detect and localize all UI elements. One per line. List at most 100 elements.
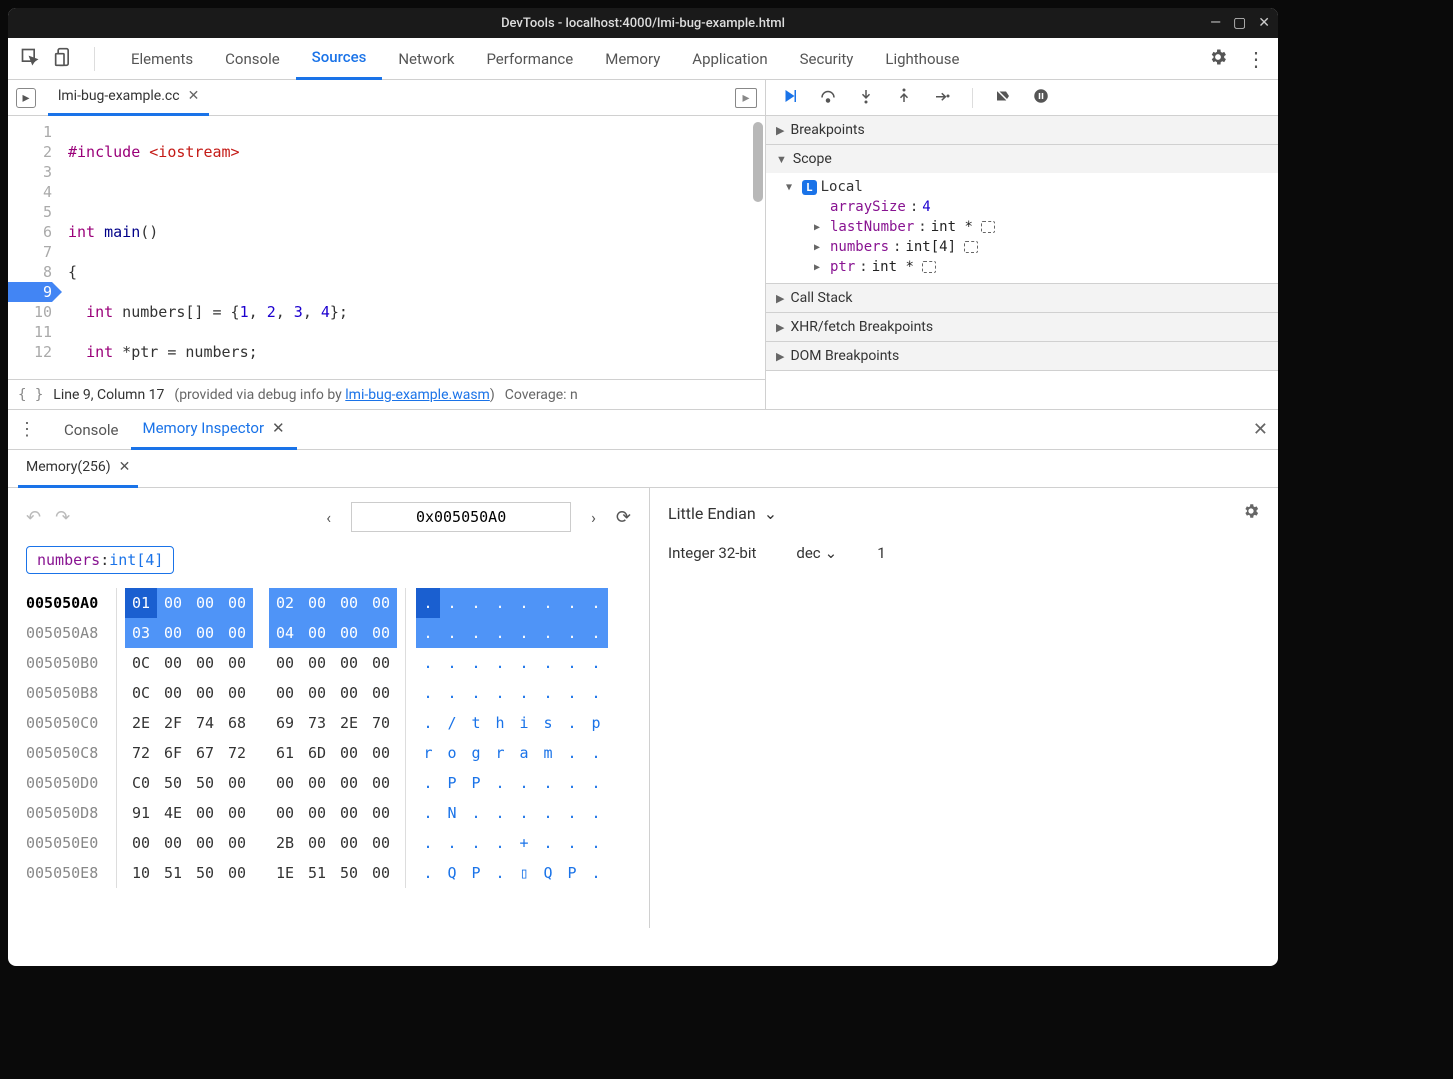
ascii-char[interactable]: . [416, 618, 440, 648]
ascii-char[interactable]: . [416, 858, 440, 888]
hex-byte[interactable]: 00 [157, 618, 189, 648]
hex-byte[interactable]: 91 [125, 798, 157, 828]
callstack-section[interactable]: ▶Call Stack [766, 284, 1278, 312]
hex-byte[interactable]: 03 [125, 618, 157, 648]
device-toggle-icon[interactable] [54, 47, 74, 71]
ascii-char[interactable]: . [560, 738, 584, 768]
hex-byte[interactable]: 72 [221, 738, 253, 768]
hex-row[interactable]: 005050D8914E000000000000.N...... [26, 798, 631, 828]
scope-section[interactable]: ▼Scope [766, 145, 1278, 173]
ascii-char[interactable]: r [416, 738, 440, 768]
hex-byte[interactable]: 00 [365, 588, 397, 618]
tab-memory[interactable]: Memory [589, 38, 676, 80]
ascii-char[interactable]: t [464, 708, 488, 738]
hex-byte[interactable]: 50 [189, 768, 221, 798]
hex-byte[interactable]: 73 [301, 708, 333, 738]
redo-icon[interactable]: ↷ [55, 507, 70, 528]
ascii-char[interactable]: P [464, 858, 488, 888]
inspect-element-icon[interactable] [20, 47, 40, 71]
tab-console[interactable]: Console [209, 38, 296, 80]
ascii-char[interactable]: . [512, 798, 536, 828]
ascii-char[interactable]: . [512, 648, 536, 678]
minimize-icon[interactable]: — [1210, 15, 1221, 31]
ascii-char[interactable]: . [488, 678, 512, 708]
hex-byte[interactable]: 00 [333, 618, 365, 648]
hex-byte[interactable]: 00 [301, 678, 333, 708]
ascii-char[interactable]: . [416, 828, 440, 858]
ascii-char[interactable]: Q [440, 858, 464, 888]
ascii-char[interactable]: i [512, 708, 536, 738]
hex-byte[interactable]: 00 [269, 798, 301, 828]
hex-byte[interactable]: 2E [125, 708, 157, 738]
ascii-char[interactable]: . [440, 678, 464, 708]
hex-byte[interactable]: 00 [333, 738, 365, 768]
ascii-char[interactable]: . [584, 798, 608, 828]
hex-byte[interactable]: 00 [365, 858, 397, 888]
ascii-char[interactable]: . [488, 618, 512, 648]
pause-exceptions-icon[interactable] [1031, 87, 1051, 109]
ascii-char[interactable]: . [416, 768, 440, 798]
hex-byte[interactable]: 00 [189, 798, 221, 828]
hex-byte[interactable]: 00 [301, 648, 333, 678]
hex-byte[interactable]: 2F [157, 708, 189, 738]
hex-byte[interactable]: 00 [157, 648, 189, 678]
hex-row[interactable]: 005050A80300000004000000........ [26, 618, 631, 648]
ascii-char[interactable]: . [512, 678, 536, 708]
close-drawer-icon[interactable]: ✕ [1253, 419, 1268, 440]
hex-byte[interactable]: 61 [269, 738, 301, 768]
ascii-char[interactable]: P [440, 768, 464, 798]
ascii-char[interactable]: . [464, 588, 488, 618]
step-over-icon[interactable] [818, 87, 838, 109]
hex-byte[interactable]: 00 [333, 768, 365, 798]
hex-byte[interactable]: 00 [301, 588, 333, 618]
hex-byte[interactable]: 00 [301, 798, 333, 828]
hex-byte[interactable]: 00 [157, 678, 189, 708]
ascii-char[interactable]: P [464, 768, 488, 798]
drawer-more-icon[interactable]: ⋮ [18, 419, 36, 440]
hex-byte[interactable]: 1E [269, 858, 301, 888]
address-input[interactable] [351, 502, 571, 532]
ascii-char[interactable]: . [536, 618, 560, 648]
hex-byte[interactable]: 00 [365, 738, 397, 768]
ascii-char[interactable]: . [584, 678, 608, 708]
hex-byte[interactable]: 01 [125, 588, 157, 618]
ascii-char[interactable]: s [536, 708, 560, 738]
ascii-char[interactable]: . [536, 798, 560, 828]
ascii-char[interactable]: . [584, 738, 608, 768]
xhr-breakpoints-section[interactable]: ▶XHR/fetch Breakpoints [766, 313, 1278, 341]
ascii-char[interactable]: . [464, 798, 488, 828]
hex-byte[interactable]: 0C [125, 678, 157, 708]
hex-byte[interactable]: 10 [125, 858, 157, 888]
ascii-char[interactable]: . [464, 618, 488, 648]
hex-byte[interactable]: 6F [157, 738, 189, 768]
hex-row[interactable]: 005050E8105150001E515000.QP.▯QP. [26, 858, 631, 888]
hex-byte[interactable]: 02 [269, 588, 301, 618]
ascii-char[interactable]: . [560, 828, 584, 858]
close-memory-tab-icon[interactable]: ✕ [119, 459, 131, 475]
ascii-char[interactable]: . [584, 648, 608, 678]
hex-table[interactable]: 005050A00100000002000000........005050A8… [26, 588, 631, 888]
breakpoints-section[interactable]: ▶Breakpoints [766, 116, 1278, 144]
navigator-toggle-icon[interactable]: ▸ [16, 88, 36, 108]
ascii-char[interactable]: . [536, 648, 560, 678]
hex-byte[interactable]: 00 [269, 678, 301, 708]
ascii-char[interactable]: . [416, 648, 440, 678]
ascii-char[interactable]: . [416, 708, 440, 738]
deactivate-breakpoints-icon[interactable] [993, 87, 1013, 109]
refresh-icon[interactable]: ⟳ [616, 507, 631, 528]
ascii-char[interactable]: . [488, 798, 512, 828]
highlight-chip[interactable]: numbers: int[4] [26, 546, 174, 574]
ascii-char[interactable]: . [488, 858, 512, 888]
ascii-char[interactable]: . [560, 708, 584, 738]
close-drawer-tab-icon[interactable]: ✕ [272, 419, 285, 437]
undo-icon[interactable]: ↶ [26, 507, 41, 528]
hex-byte[interactable]: 00 [365, 648, 397, 678]
ascii-char[interactable]: . [440, 618, 464, 648]
hex-row[interactable]: 005050C8726F6772616D0000rogram.. [26, 738, 631, 768]
hex-byte[interactable]: 51 [157, 858, 189, 888]
ascii-char[interactable]: . [488, 768, 512, 798]
ascii-char[interactable]: r [488, 738, 512, 768]
hex-byte[interactable]: 50 [189, 858, 221, 888]
ascii-char[interactable]: ▯ [512, 858, 536, 888]
ascii-char[interactable]: . [440, 828, 464, 858]
